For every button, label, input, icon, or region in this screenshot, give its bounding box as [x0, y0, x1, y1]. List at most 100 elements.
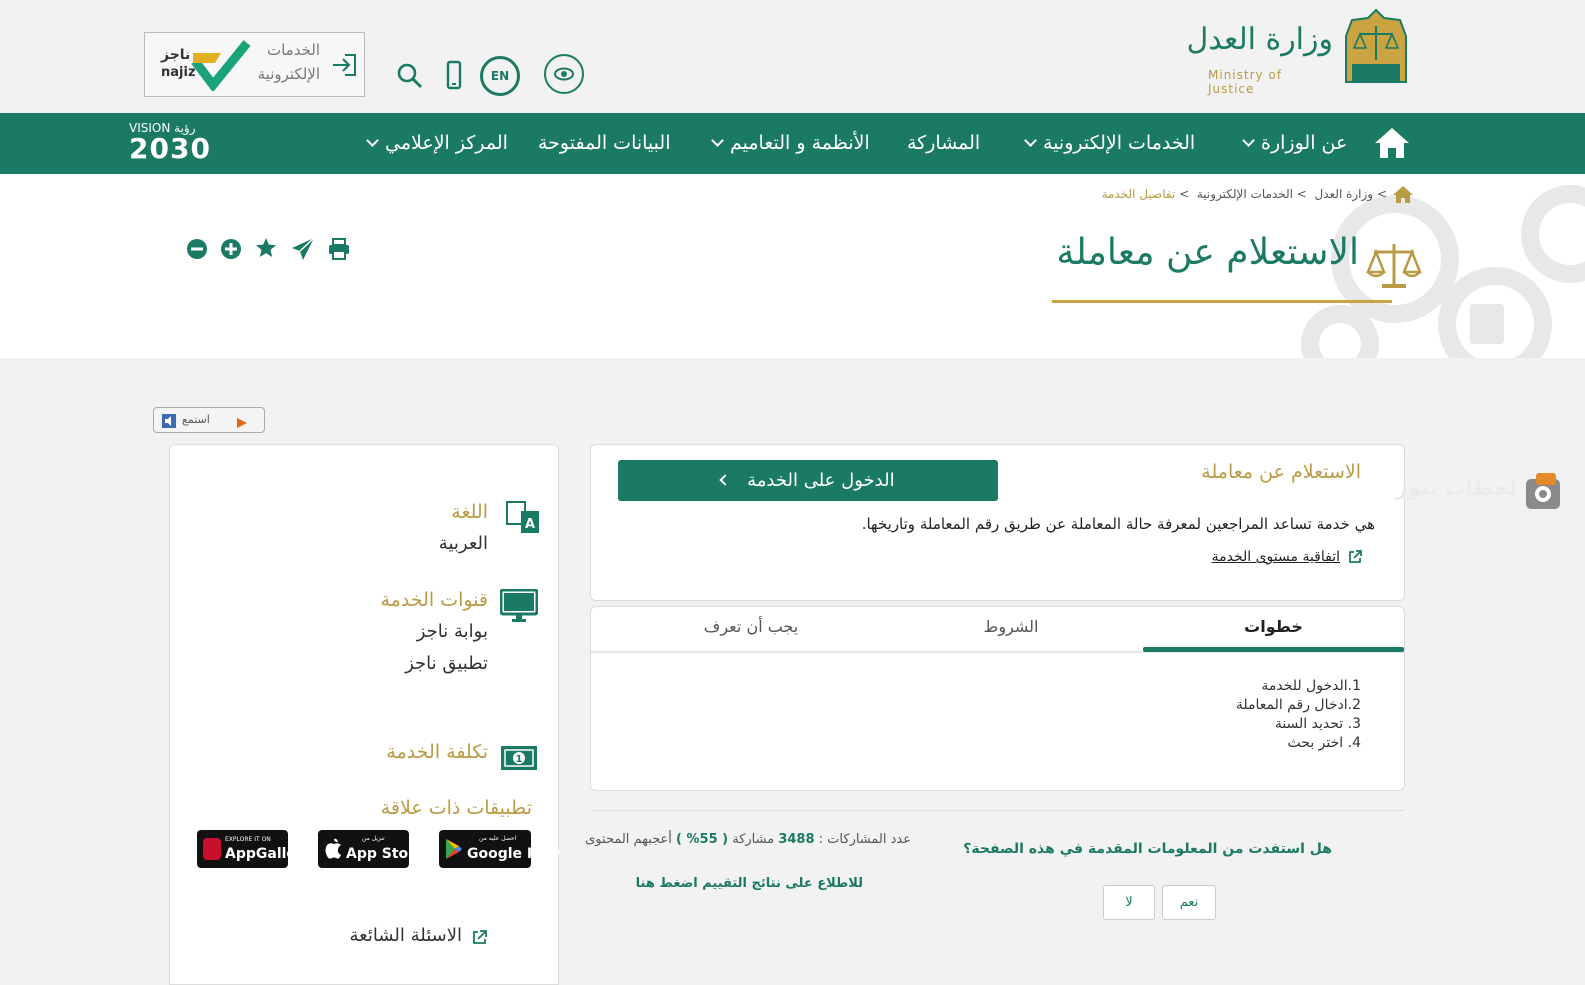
- chevron-left-icon: [719, 474, 732, 486]
- page-title-band: > وزارة العدل > الخدمات الإلكترونية > تف…: [0, 174, 1585, 358]
- tab-should-know[interactable]: يجب أن تعرف: [631, 607, 871, 653]
- chevron-down-icon: [711, 134, 724, 147]
- chevron-down-icon: [1024, 134, 1037, 147]
- enter-service-button[interactable]: الدخول على الخدمة: [618, 460, 998, 501]
- increase-font-icon[interactable]: [220, 238, 242, 260]
- top-header: وزارة العدل Ministry of Justice EN الخدم…: [0, 0, 1585, 113]
- monitor-icon: [499, 588, 539, 623]
- listen-label: استمع: [182, 413, 210, 426]
- related-apps-label: تطبيقات ذات علاقة: [380, 797, 532, 819]
- tab-conditions-label: الشروط: [983, 617, 1039, 636]
- najiz-english: najiz: [161, 65, 196, 80]
- tabs-card: خطوات الشروط يجب أن تعرف 1.الدخول للخدمة…: [590, 606, 1405, 791]
- najiz-eservices-link[interactable]: الخدمات الإلكترونية ناجز najiz: [144, 32, 365, 97]
- step-item: 2.ادخال رقم المعاملة: [1235, 697, 1361, 713]
- translate-icon: A: [506, 501, 540, 535]
- app-store-badge[interactable]: تنزيل من App Store: [318, 830, 425, 868]
- watermark-text: لحظات نيوز: [1395, 476, 1518, 500]
- external-link-icon: [472, 929, 487, 944]
- tab-steps[interactable]: خطوات: [1143, 607, 1404, 653]
- nav-eservices[interactable]: الخدمات الإلكترونية: [1018, 113, 1195, 174]
- tab-conditions[interactable]: الشروط: [891, 607, 1131, 653]
- feedback-divider: [590, 810, 1405, 811]
- cost-label: تكلفة الخدمة: [386, 741, 488, 763]
- step-item: 3. تحديد السنة: [1274, 716, 1361, 732]
- nav-participation[interactable]: المشاركة: [907, 113, 980, 174]
- scales-icon: [1366, 240, 1422, 292]
- nav-open-data[interactable]: البيانات المفتوحة: [538, 113, 670, 174]
- step-item: 4. اختر بحث: [1287, 735, 1361, 751]
- vision-2030-logo[interactable]: VISION رؤية 2030: [129, 121, 229, 163]
- home-icon[interactable]: [1373, 125, 1411, 161]
- channel-najiz-portal[interactable]: بوابة ناجز: [417, 621, 488, 642]
- app-gallery-small: EXPLORE IT ON: [225, 836, 271, 843]
- liked-percent: ( 55% ): [676, 832, 729, 847]
- huawei-icon: [203, 838, 221, 860]
- accessibility-eye-icon[interactable]: [544, 54, 584, 94]
- nav-regulations[interactable]: الأنظمة و التعاميم: [705, 113, 870, 174]
- feedback-yes-button[interactable]: نعم: [1162, 885, 1216, 920]
- breadcrumb-separator: >: [1179, 187, 1190, 201]
- tab-should-know-label: يجب أن تعرف: [703, 617, 799, 636]
- channel-najiz-app[interactable]: تطبيق ناجز: [405, 653, 488, 674]
- login-arrow-icon: [331, 51, 359, 79]
- faq-label: الاسئلة الشائعة: [349, 925, 462, 946]
- service-description: هي خدمة تساعد المراجعين لمعرفة حالة المع…: [861, 515, 1375, 533]
- page-title: الاستعلام عن معاملة: [1056, 232, 1359, 273]
- najiz-arabic: ناجز: [161, 47, 191, 63]
- rating-results-link[interactable]: للاطلاع على نتائج التقييم اضغط هنا: [636, 876, 863, 891]
- language-value: العربية: [438, 533, 488, 554]
- nav-open-data-label: البيانات المفتوحة: [538, 132, 671, 154]
- steps-list: 1.الدخول للخدمة 2.ادخال رقم المعاملة 3. …: [1236, 677, 1361, 753]
- sla-link[interactable]: اتفاقية مستوى الخدمة: [1212, 549, 1362, 565]
- svg-text:A: A: [525, 517, 535, 532]
- language-toggle-button[interactable]: EN: [480, 56, 520, 96]
- share-send-icon[interactable]: [291, 237, 315, 261]
- money-icon: 1: [500, 745, 538, 771]
- breadcrumb: > وزارة العدل > الخدمات الإلكترونية > تف…: [1102, 187, 1387, 201]
- najiz-check-icon: [191, 39, 251, 93]
- app-store-small: تنزيل من: [362, 835, 385, 842]
- nav-media-center[interactable]: المركز الإعلامي: [360, 113, 508, 174]
- faq-link[interactable]: الاسئلة الشائعة: [350, 925, 487, 946]
- breadcrumb-eservices[interactable]: الخدمات الإلكترونية: [1197, 187, 1293, 201]
- apple-icon: [324, 837, 344, 861]
- eservices-label-line1: الخدمات: [266, 41, 320, 59]
- search-icon[interactable]: [396, 62, 424, 90]
- feedback-question: هل استفدت من المعلومات المقدمة في هذه ال…: [963, 841, 1332, 857]
- decrease-font-icon[interactable]: [186, 238, 208, 260]
- chevron-down-icon: [1242, 134, 1255, 147]
- chevron-down-icon: [366, 134, 379, 147]
- enter-service-label: الدخول على الخدمة: [747, 470, 895, 491]
- nav-participation-label: المشاركة: [907, 132, 981, 154]
- google-play-name: Google Play: [467, 846, 561, 862]
- google-play-small: احصل عليه من: [479, 835, 517, 842]
- watermark-camera-icon: [1524, 471, 1562, 511]
- nav-regulations-label: الأنظمة و التعاميم: [730, 132, 870, 154]
- listen-button[interactable]: استمع: [153, 407, 265, 433]
- service-sidebar: A اللغة العربية قنوات الخدمة بوابة ناجز …: [169, 444, 559, 985]
- print-icon[interactable]: [328, 238, 350, 260]
- speaker-icon: [162, 413, 176, 428]
- external-link-icon: [1348, 550, 1362, 564]
- channels-label: قنوات الخدمة: [380, 589, 488, 611]
- main-navigation: عن الوزارة الخدمات الإلكترونية المشاركة …: [0, 113, 1585, 174]
- nav-about-label: عن الوزارة: [1261, 132, 1348, 154]
- breadcrumb-ministry[interactable]: وزارة العدل: [1314, 187, 1373, 201]
- breadcrumb-home-icon[interactable]: [1392, 184, 1414, 204]
- google-play-badge[interactable]: احصل عليه من Google Play: [439, 830, 560, 868]
- sla-link-label: اتفاقية مستوى الخدمة: [1211, 549, 1340, 565]
- nav-about-ministry[interactable]: عن الوزارة: [1236, 113, 1347, 174]
- ministry-emblem-icon[interactable]: [1340, 8, 1412, 84]
- app-store-name: App Store: [346, 846, 425, 862]
- logo-arabic-text: وزارة العدل: [1186, 22, 1333, 57]
- logo-english-text: Ministry of Justice: [1208, 68, 1282, 96]
- tab-steps-label: خطوات: [1244, 617, 1303, 636]
- participants-count: 3488: [778, 832, 815, 847]
- participants-word: مشاركة: [732, 832, 775, 847]
- service-name: الاستعلام عن معاملة: [1201, 461, 1361, 483]
- favorite-star-icon[interactable]: [255, 237, 277, 259]
- feedback-no-button[interactable]: لا: [1103, 885, 1155, 920]
- mobile-icon[interactable]: [446, 60, 462, 90]
- app-gallery-badge[interactable]: EXPLORE IT ON AppGallery: [197, 830, 312, 868]
